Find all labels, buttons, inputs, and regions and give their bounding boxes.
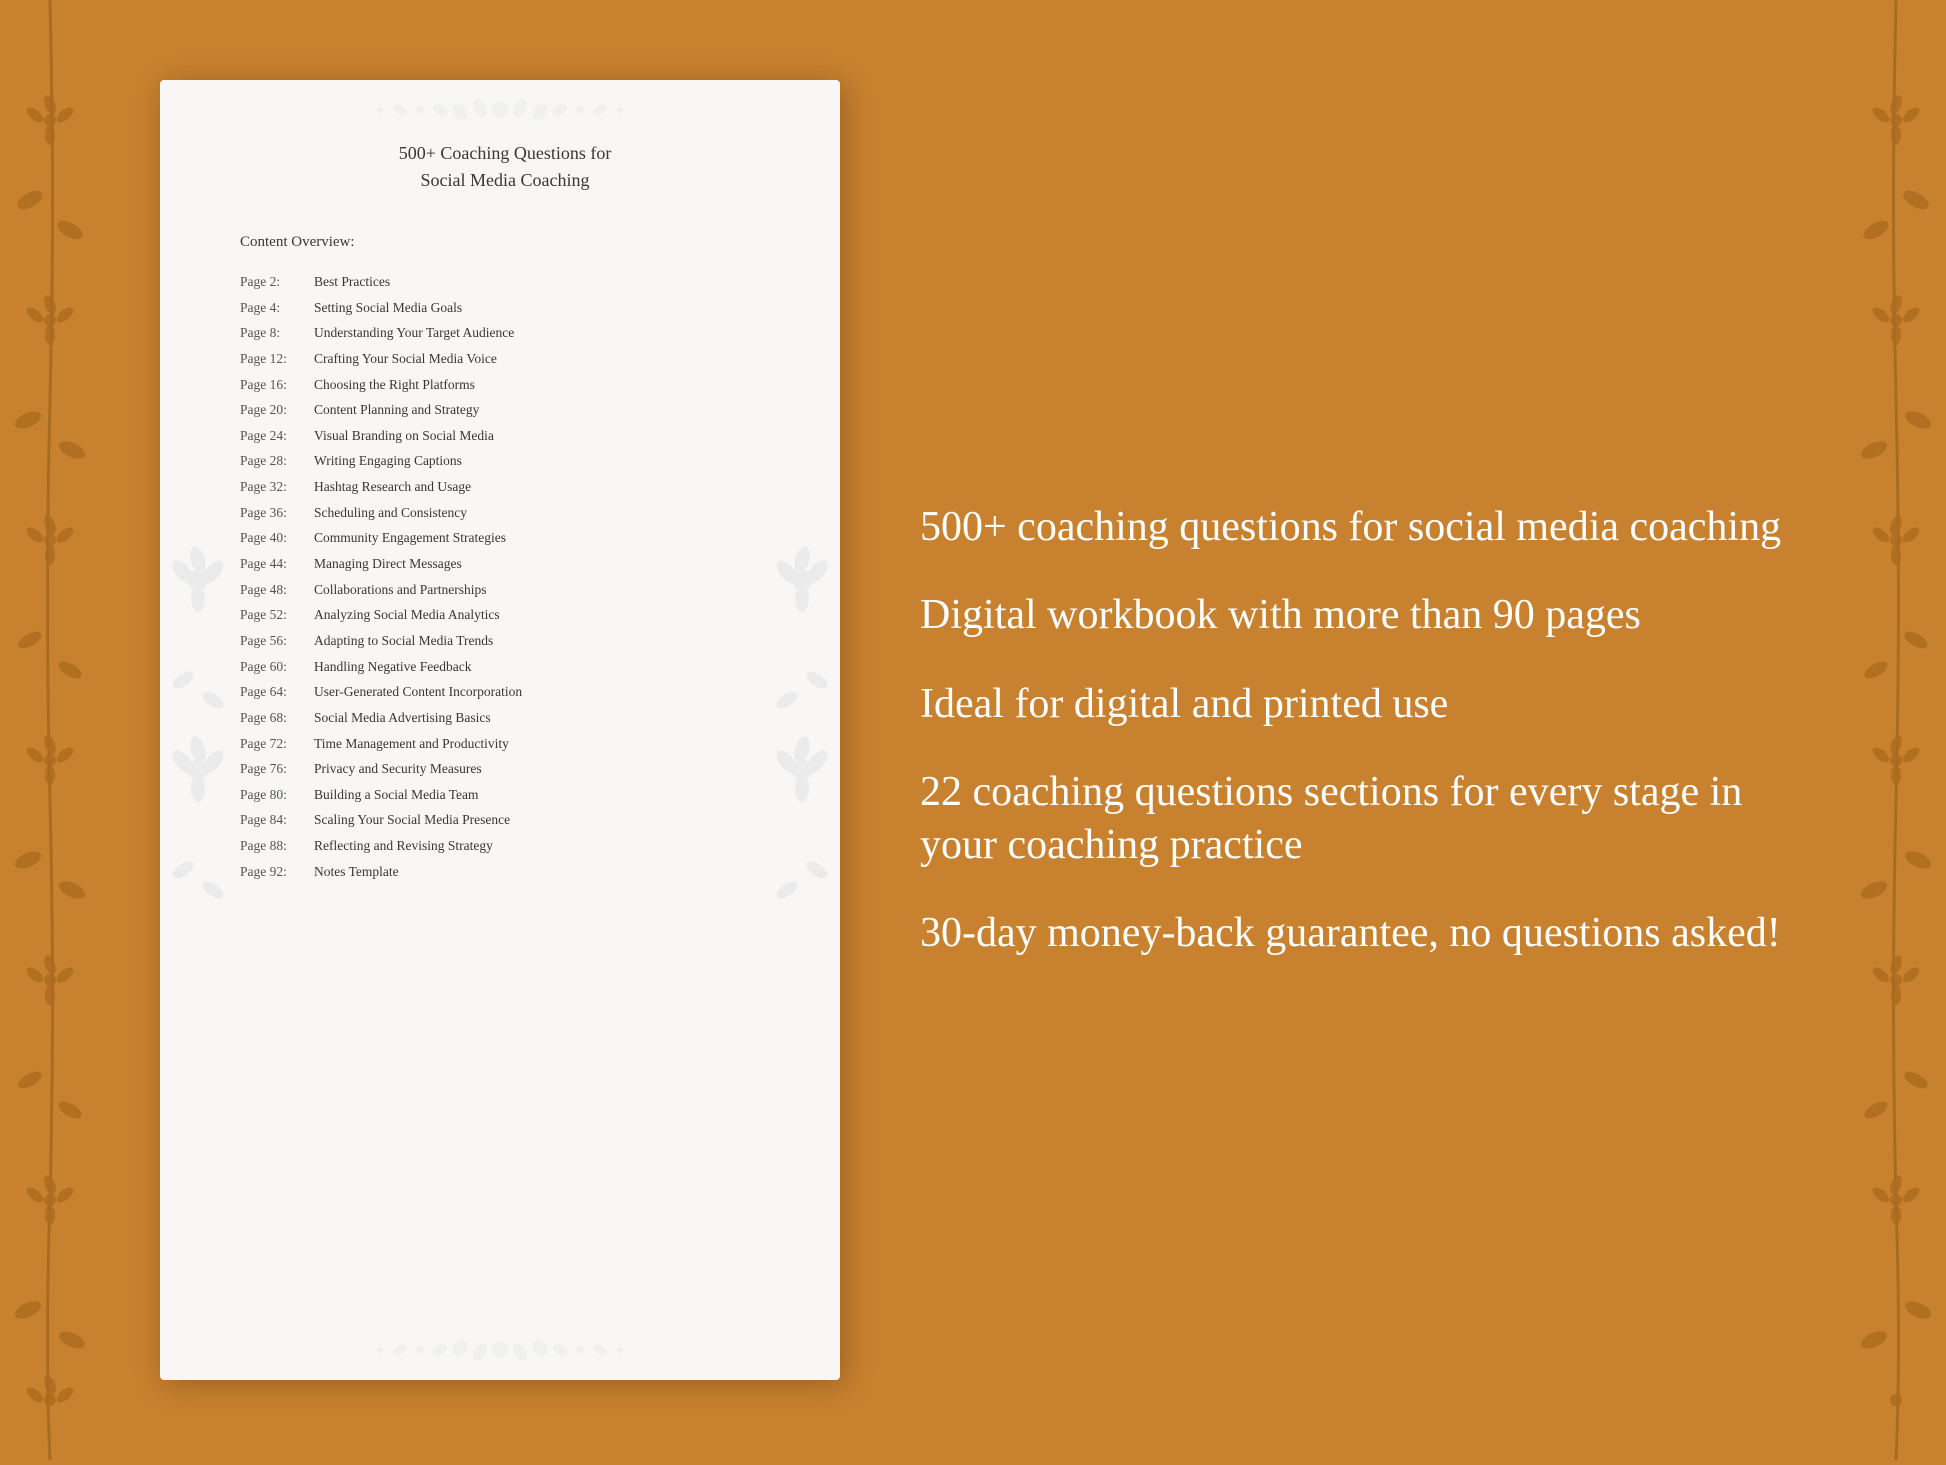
toc-page-number: Page 80: xyxy=(240,782,308,808)
table-row: Page 56:Adapting to Social Media Trends xyxy=(240,628,770,654)
toc-entry-title: Managing Direct Messages xyxy=(314,551,462,577)
toc-page-number: Page 8: xyxy=(240,320,308,346)
table-row: Page 20:Content Planning and Strategy xyxy=(240,397,770,423)
table-of-contents: Page 2:Best PracticesPage 4:Setting Soci… xyxy=(240,269,770,884)
toc-page-number: Page 24: xyxy=(240,423,308,449)
feature-text-item: Ideal for digital and printed use xyxy=(920,678,1826,731)
toc-entry-title: Reflecting and Revising Strategy xyxy=(314,833,493,859)
toc-entry-title: Adapting to Social Media Trends xyxy=(314,628,493,654)
toc-entry-title: Collaborations and Partnerships xyxy=(314,577,486,603)
document-preview: 500+ Coaching Questions for Social Media… xyxy=(160,80,840,1380)
toc-entry-title: Best Practices xyxy=(314,269,390,295)
features-panel: 500+ coaching questions for social media… xyxy=(840,501,1866,960)
table-row: Page 68:Social Media Advertising Basics xyxy=(240,705,770,731)
table-row: Page 44:Managing Direct Messages xyxy=(240,551,770,577)
table-row: Page 36:Scheduling and Consistency xyxy=(240,500,770,526)
table-row: Page 24:Visual Branding on Social Media xyxy=(240,423,770,449)
table-row: Page 88:Reflecting and Revising Strategy xyxy=(240,833,770,859)
toc-entry-title: Visual Branding on Social Media xyxy=(314,423,494,449)
floral-left-decoration xyxy=(0,0,100,1460)
table-row: Page 80:Building a Social Media Team xyxy=(240,782,770,808)
feature-text-item: 22 coaching questions sections for every… xyxy=(920,766,1826,871)
toc-entry-title: Content Planning and Strategy xyxy=(314,397,479,423)
toc-entry-title: Notes Template xyxy=(314,859,399,885)
feature-text-item: 500+ coaching questions for social media… xyxy=(920,501,1826,554)
toc-page-number: Page 52: xyxy=(240,602,308,628)
table-row: Page 12:Crafting Your Social Media Voice xyxy=(240,346,770,372)
toc-entry-title: Analyzing Social Media Analytics xyxy=(314,602,500,628)
toc-entry-title: Community Engagement Strategies xyxy=(314,525,506,551)
toc-entry-title: Understanding Your Target Audience xyxy=(314,320,514,346)
doc-right-watermark xyxy=(772,530,832,930)
toc-page-number: Page 44: xyxy=(240,551,308,577)
table-row: Page 32:Hashtag Research and Usage xyxy=(240,474,770,500)
toc-page-number: Page 4: xyxy=(240,295,308,321)
toc-entry-title: Setting Social Media Goals xyxy=(314,295,462,321)
toc-page-number: Page 12: xyxy=(240,346,308,372)
table-row: Page 76:Privacy and Security Measures xyxy=(240,756,770,782)
toc-page-number: Page 60: xyxy=(240,654,308,680)
toc-entry-title: User-Generated Content Incorporation xyxy=(314,679,522,705)
toc-page-number: Page 40: xyxy=(240,525,308,551)
toc-entry-title: Privacy and Security Measures xyxy=(314,756,482,782)
toc-page-number: Page 84: xyxy=(240,807,308,833)
toc-page-number: Page 28: xyxy=(240,448,308,474)
table-row: Page 8:Understanding Your Target Audienc… xyxy=(240,320,770,346)
toc-entry-title: Social Media Advertising Basics xyxy=(314,705,491,731)
table-row: Page 28:Writing Engaging Captions xyxy=(240,448,770,474)
toc-page-number: Page 76: xyxy=(240,756,308,782)
toc-page-number: Page 88: xyxy=(240,833,308,859)
table-row: Page 64:User-Generated Content Incorpora… xyxy=(240,679,770,705)
table-row: Page 40:Community Engagement Strategies xyxy=(240,525,770,551)
toc-entry-title: Scaling Your Social Media Presence xyxy=(314,807,510,833)
table-row: Page 4:Setting Social Media Goals xyxy=(240,295,770,321)
toc-page-number: Page 36: xyxy=(240,500,308,526)
toc-page-number: Page 16: xyxy=(240,372,308,398)
toc-entry-title: Time Management and Productivity xyxy=(314,731,509,757)
feature-text-item: Digital workbook with more than 90 pages xyxy=(920,589,1826,642)
toc-page-number: Page 56: xyxy=(240,628,308,654)
table-row: Page 2:Best Practices xyxy=(240,269,770,295)
toc-page-number: Page 48: xyxy=(240,577,308,603)
toc-entry-title: Choosing the Right Platforms xyxy=(314,372,475,398)
doc-bottom-decoration xyxy=(325,1330,675,1370)
toc-entry-title: Writing Engaging Captions xyxy=(314,448,462,474)
table-row: Page 60:Handling Negative Feedback xyxy=(240,654,770,680)
toc-page-number: Page 72: xyxy=(240,731,308,757)
toc-entry-title: Building a Social Media Team xyxy=(314,782,479,808)
doc-top-decoration xyxy=(325,90,675,130)
table-row: Page 92:Notes Template xyxy=(240,859,770,885)
toc-entry-title: Crafting Your Social Media Voice xyxy=(314,346,497,372)
toc-page-number: Page 2: xyxy=(240,269,308,295)
table-row: Page 84:Scaling Your Social Media Presen… xyxy=(240,807,770,833)
toc-entry-title: Handling Negative Feedback xyxy=(314,654,471,680)
toc-page-number: Page 68: xyxy=(240,705,308,731)
document-title: 500+ Coaching Questions for Social Media… xyxy=(240,140,770,194)
content-overview-label: Content Overview: xyxy=(240,234,770,251)
toc-page-number: Page 32: xyxy=(240,474,308,500)
toc-entry-title: Scheduling and Consistency xyxy=(314,500,467,526)
toc-entry-title: Hashtag Research and Usage xyxy=(314,474,471,500)
table-row: Page 16:Choosing the Right Platforms xyxy=(240,372,770,398)
feature-text-item: 30-day money-back guarantee, no question… xyxy=(920,907,1826,960)
toc-page-number: Page 64: xyxy=(240,679,308,705)
toc-page-number: Page 92: xyxy=(240,859,308,885)
table-row: Page 48:Collaborations and Partnerships xyxy=(240,577,770,603)
table-row: Page 72:Time Management and Productivity xyxy=(240,731,770,757)
doc-left-watermark xyxy=(168,530,228,930)
table-row: Page 52:Analyzing Social Media Analytics xyxy=(240,602,770,628)
toc-page-number: Page 20: xyxy=(240,397,308,423)
